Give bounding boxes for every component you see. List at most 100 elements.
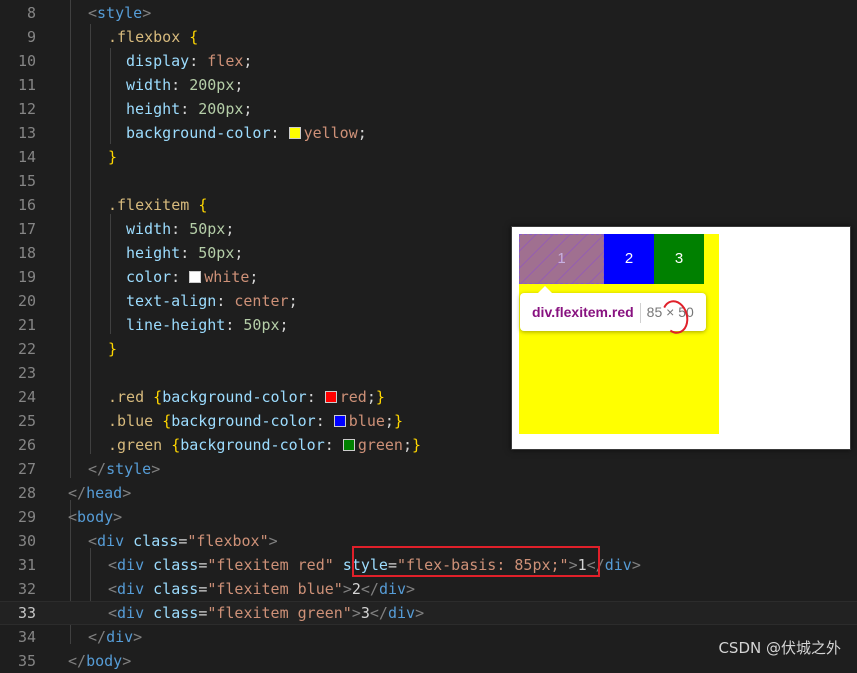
color-swatch[interactable]: [324, 391, 337, 403]
code-token: ;: [225, 220, 235, 238]
code-token: background-color: [171, 412, 316, 430]
flex-item-blue[interactable]: 2: [604, 234, 654, 284]
code-token: div: [604, 556, 632, 574]
code-line[interactable]: 12 height: 200px;: [0, 97, 857, 121]
code-token: :: [216, 292, 235, 310]
line-number: 18: [17, 244, 36, 262]
watermark: CSDN @伏城之外: [718, 639, 841, 657]
code-token: div: [117, 556, 145, 574]
code-token: :: [180, 100, 199, 118]
code-content: height: 200px;: [126, 97, 252, 121]
code-token: yellow: [303, 124, 358, 142]
code-token: </: [88, 460, 107, 478]
code-line[interactable]: 27 </style>: [0, 457, 857, 481]
code-line[interactable]: 16 .flexitem {: [0, 193, 857, 217]
code-token: ;: [402, 436, 412, 454]
code-line[interactable]: 29 <body>: [0, 505, 857, 529]
flex-item-red[interactable]: 1: [519, 234, 604, 284]
code-token: :: [324, 436, 343, 454]
code-token: text-align: [126, 292, 217, 310]
line-number: 20: [17, 292, 36, 310]
line-number: 25: [17, 412, 36, 430]
code-content: <div class="flexitem blue">2</div>: [108, 577, 415, 601]
code-line[interactable]: 28 </head>: [0, 481, 857, 505]
code-token: ;: [279, 316, 289, 334]
flexbox-container[interactable]: 123: [519, 234, 719, 434]
code-token: background-color: [180, 436, 325, 454]
code-token: }: [375, 388, 385, 406]
code-token: </: [88, 628, 107, 646]
code-line[interactable]: 10 display: flex;: [0, 49, 857, 73]
code-line[interactable]: 9 .flexbox {: [0, 25, 857, 49]
code-token: line-height: [126, 316, 226, 334]
code-content: </div>: [88, 625, 142, 649]
code-line[interactable]: 15: [0, 169, 857, 193]
code-token: <: [108, 556, 118, 574]
code-token: </: [369, 604, 388, 622]
code-token: width: [126, 76, 172, 94]
code-line[interactable]: 33 <div class="flexitem green">3</div>: [0, 601, 857, 625]
code-token: class: [124, 532, 179, 550]
code-token: div: [378, 580, 407, 598]
code-token: >: [113, 508, 123, 526]
code-token: >: [268, 532, 278, 550]
line-number: 26: [17, 436, 36, 454]
line-number: 33: [17, 604, 36, 622]
code-token: >: [415, 604, 425, 622]
code-token: head: [86, 484, 123, 502]
code-token: "flexitem blue": [207, 580, 343, 598]
code-token: div: [97, 532, 125, 550]
code-token: .flexbox: [108, 28, 190, 46]
code-token: >: [631, 556, 641, 574]
color-swatch[interactable]: [333, 415, 346, 427]
color-swatch[interactable]: [189, 271, 202, 283]
code-token: :: [315, 412, 334, 430]
code-content: }: [108, 337, 117, 361]
code-content: color: white;: [126, 265, 258, 289]
color-swatch[interactable]: [342, 439, 355, 451]
line-number: 24: [17, 388, 36, 406]
code-line[interactable]: 8 <style>: [0, 1, 857, 25]
line-number: 8: [26, 4, 36, 22]
code-token: white: [204, 268, 250, 286]
code-token: }: [108, 148, 118, 166]
code-token: width: [126, 220, 172, 238]
code-token: >: [122, 484, 132, 502]
line-number: 13: [17, 124, 36, 142]
code-token: style: [97, 4, 143, 22]
code-line[interactable]: 32 <div class="flexitem blue">2</div>: [0, 577, 857, 601]
code-line[interactable]: 11 width: 200px;: [0, 73, 857, 97]
code-token: <: [88, 532, 98, 550]
code-line[interactable]: 14}: [0, 145, 857, 169]
color-swatch[interactable]: [288, 127, 301, 139]
code-token: 50px: [198, 244, 235, 262]
code-token: :: [171, 76, 190, 94]
code-token: 2: [351, 580, 361, 598]
code-token: {: [198, 196, 208, 214]
code-token: ;: [243, 52, 253, 70]
code-token: </: [68, 652, 87, 670]
line-number: 14: [17, 148, 36, 166]
code-token: ;: [384, 412, 394, 430]
code-token: <: [68, 508, 78, 526]
code-token: flex: [207, 52, 244, 70]
line-number: 32: [17, 580, 36, 598]
code-token: >: [133, 628, 143, 646]
code-content: .flexitem {: [108, 193, 207, 217]
code-token: <: [108, 604, 118, 622]
code-token: }: [393, 412, 403, 430]
code-token: =: [178, 532, 188, 550]
flex-item-green[interactable]: 3: [654, 234, 704, 284]
code-token: >: [351, 604, 361, 622]
code-content: <body>: [68, 505, 122, 529]
tooltip-element-name: div.flexitem.red: [532, 304, 634, 320]
code-content: </style>: [88, 457, 160, 481]
code-token: green: [357, 436, 403, 454]
code-token: "flexbox": [187, 532, 269, 550]
code-token: body: [86, 652, 123, 670]
code-token: ;: [234, 244, 244, 262]
code-token: }: [412, 436, 422, 454]
code-token: body: [77, 508, 114, 526]
code-line[interactable]: 13 background-color: yellow;: [0, 121, 857, 145]
code-token: .green: [108, 436, 172, 454]
